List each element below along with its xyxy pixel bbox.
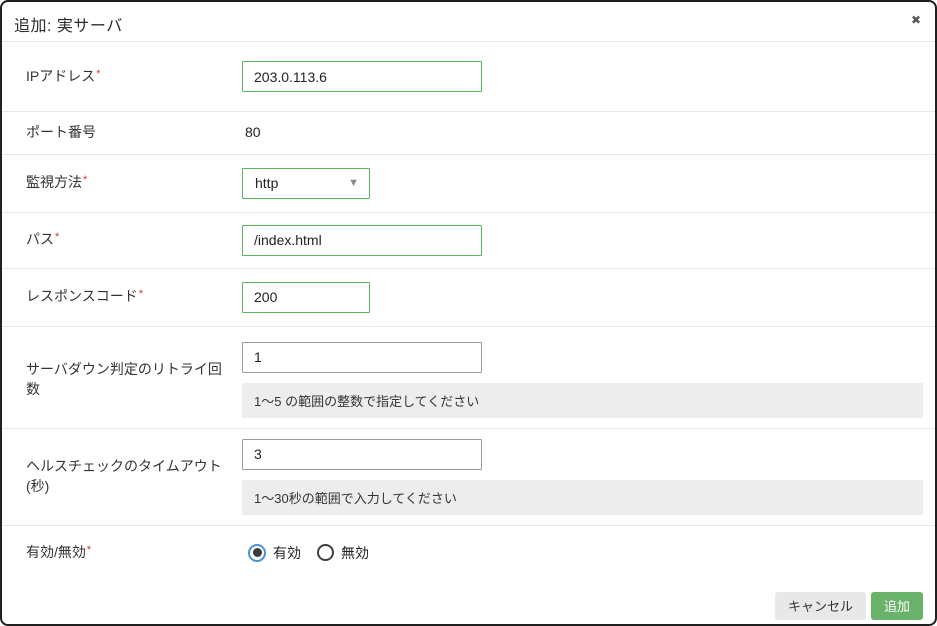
close-icon[interactable]: ✖: [909, 12, 923, 28]
field-row-ip-address: IPアドレス*: [2, 42, 935, 112]
port-label-text: ポート番号: [26, 124, 96, 140]
retry-count-label: サーバダウン判定のリトライ回数: [26, 360, 242, 399]
response-code-input[interactable]: [242, 282, 370, 313]
field-row-port: ポート番号 80: [2, 112, 935, 155]
monitor-method-label: 監視方法*: [26, 173, 242, 193]
enabled-label-text: 有効/無効: [26, 544, 86, 560]
path-label: パス*: [26, 230, 242, 250]
timeout-input[interactable]: [242, 439, 482, 470]
field-row-timeout: ヘルスチェックのタイムアウト(秒) 1〜30秒の範囲で入力してください: [2, 429, 935, 526]
cancel-button[interactable]: キャンセル: [775, 592, 866, 620]
timeout-label: ヘルスチェックのタイムアウト(秒): [26, 457, 242, 496]
required-asterisk: *: [83, 174, 87, 186]
port-value: 80: [245, 124, 261, 140]
timeout-help: 1〜30秒の範囲で入力してください: [242, 480, 923, 515]
radio-selected-icon[interactable]: [248, 544, 266, 562]
field-row-path: パス*: [2, 213, 935, 269]
retry-count-help: 1〜5 の範囲の整数で指定してください: [242, 383, 923, 418]
ip-address-input[interactable]: [242, 61, 482, 92]
chevron-down-icon: ▼: [348, 177, 359, 189]
path-input[interactable]: [242, 225, 482, 256]
add-real-server-modal: 追加: 実サーバ ✖ IPアドレス* ポート番号 80 監視方法* http ▼…: [0, 0, 937, 626]
field-row-response-code: レスポンスコード*: [2, 269, 935, 327]
required-asterisk: *: [55, 231, 59, 243]
modal-footer: キャンセル 追加: [2, 580, 935, 626]
add-button[interactable]: 追加: [871, 592, 923, 620]
radio-option-enabled[interactable]: 有効: [248, 543, 301, 563]
port-label: ポート番号: [26, 123, 242, 143]
radio-option-disabled[interactable]: 無効: [317, 543, 369, 563]
timeout-label-text: ヘルスチェックのタイムアウト(秒): [26, 458, 222, 494]
radio-option-enabled-label: 有効: [273, 543, 301, 563]
retry-count-help-text: 1〜5 の範囲の整数で指定してください: [254, 391, 479, 410]
response-code-label-text: レスポンスコード: [26, 288, 138, 304]
path-label-text: パス: [26, 231, 54, 247]
ip-address-label-text: IPアドレス: [26, 68, 95, 84]
monitor-method-label-text: 監視方法: [26, 174, 82, 190]
field-row-retry-count: サーバダウン判定のリトライ回数 1〜5 の範囲の整数で指定してください: [2, 327, 935, 429]
monitor-method-selected-value: http: [255, 175, 278, 191]
enabled-radio-group: 有効 無効: [248, 543, 923, 563]
ip-address-label: IPアドレス*: [26, 67, 242, 87]
enabled-label: 有効/無効*: [26, 543, 242, 563]
timeout-help-text: 1〜30秒の範囲で入力してください: [254, 488, 457, 507]
modal-title: 追加: 実サーバ: [14, 18, 123, 35]
required-asterisk: *: [87, 544, 91, 556]
field-row-monitor-method: 監視方法* http ▼: [2, 155, 935, 213]
radio-option-disabled-label: 無効: [341, 543, 369, 563]
monitor-method-select[interactable]: http ▼: [242, 168, 370, 199]
field-row-enabled: 有効/無効* 有効 無効: [2, 526, 935, 580]
modal-header: 追加: 実サーバ ✖: [2, 2, 935, 42]
retry-count-input[interactable]: [242, 342, 482, 373]
required-asterisk: *: [96, 68, 100, 80]
radio-unselected-icon[interactable]: [317, 544, 334, 561]
response-code-label: レスポンスコード*: [26, 287, 242, 307]
retry-count-label-text: サーバダウン判定のリトライ回数: [26, 361, 222, 397]
required-asterisk: *: [139, 288, 143, 300]
radio-dot: [253, 548, 262, 557]
